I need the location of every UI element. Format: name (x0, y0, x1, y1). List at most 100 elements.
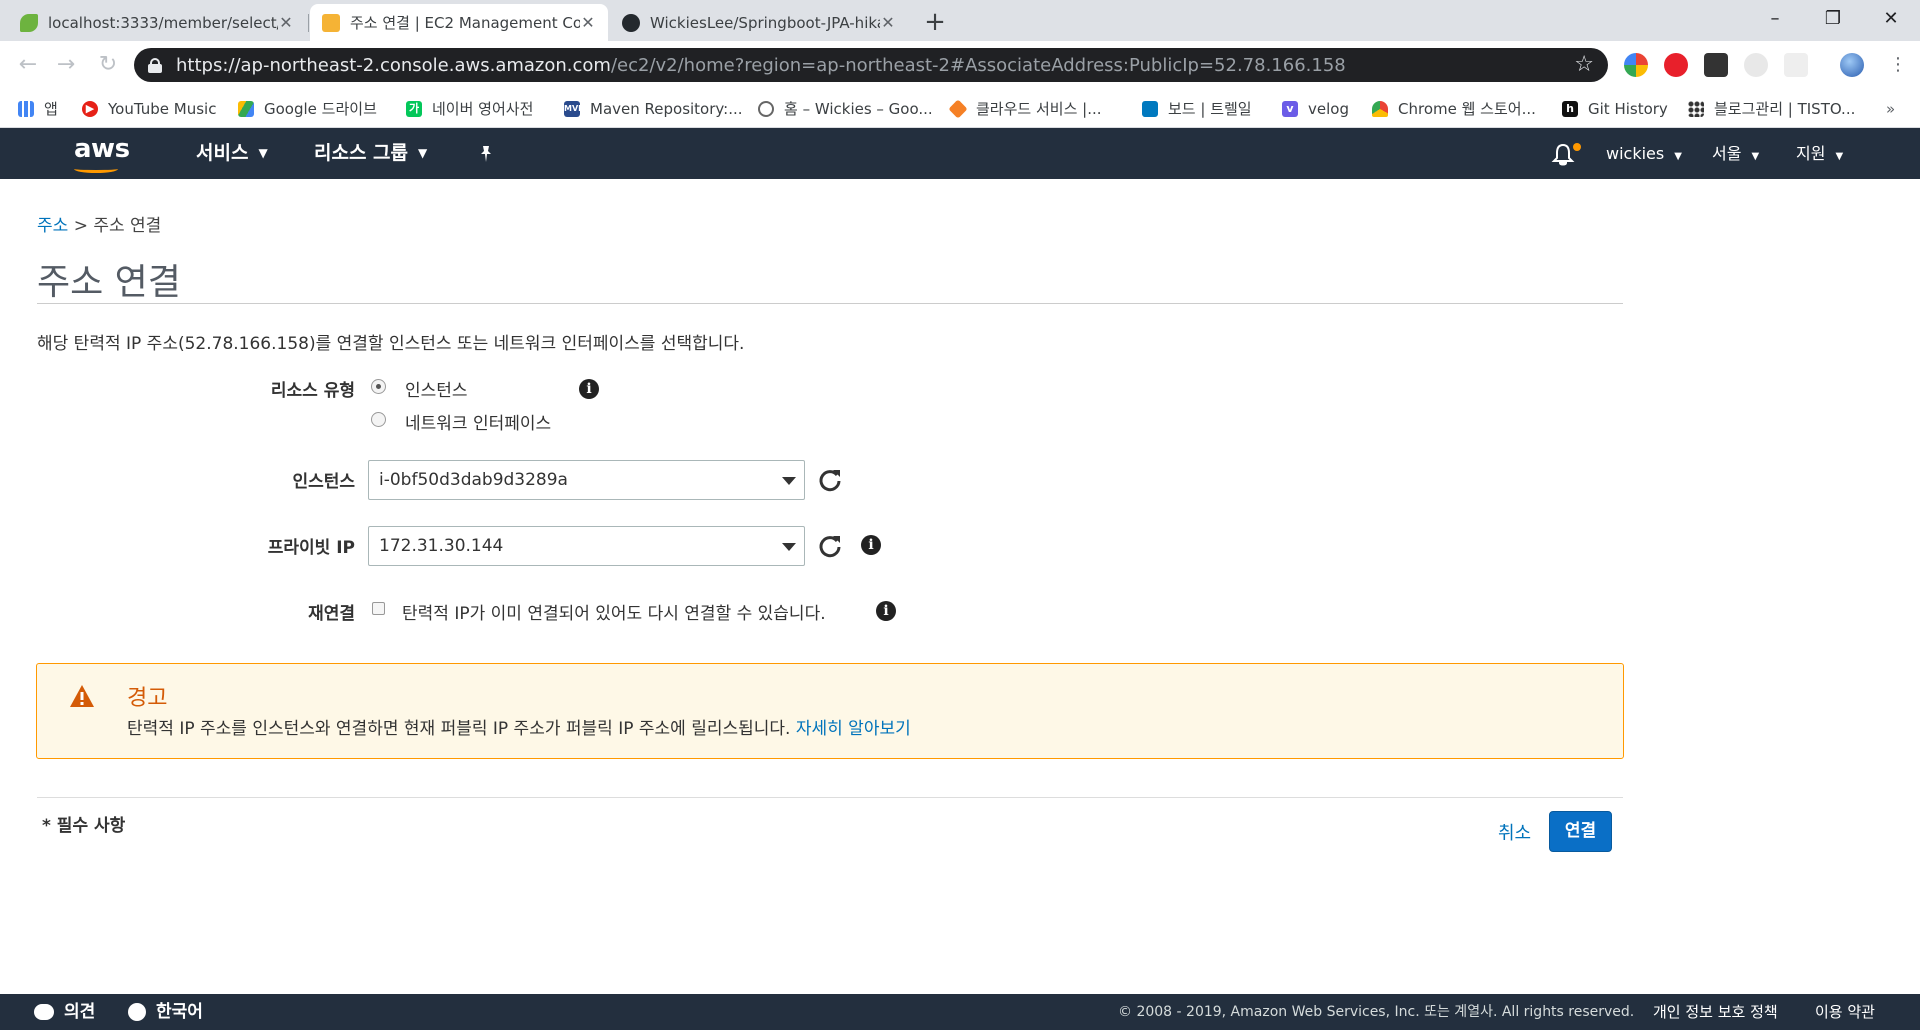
bookmark-git-history[interactable]: h Git History (1562, 89, 1668, 128)
radio-instance[interactable] (371, 379, 386, 394)
chevron-down-icon: ▼ (1674, 151, 1682, 162)
bookmarks-overflow-button[interactable]: » (1886, 89, 1895, 128)
git-history-icon: h (1562, 100, 1578, 117)
adblock-icon[interactable] (1664, 53, 1688, 77)
privacy-policy-link[interactable]: 개인 정보 보호 정책 (1653, 994, 1778, 1030)
forward-arrow-icon[interactable]: → (52, 51, 80, 79)
aws-smile-icon (74, 165, 118, 173)
kebab-menu-icon[interactable]: ⋮ (1884, 51, 1912, 79)
refresh-instances-icon[interactable] (817, 467, 843, 493)
close-tab-icon[interactable]: ✕ (880, 13, 896, 32)
instance-label: 인스턴스 (292, 472, 355, 492)
chevron-down-icon: ▼ (418, 146, 428, 160)
support-menu[interactable]: 지원 ▼ (1796, 128, 1843, 179)
bookmark-naver-dictionary[interactable]: 가 네이버 영어사전 (406, 89, 533, 128)
chevron-down-icon: ▼ (1751, 151, 1760, 162)
bookmark-velog[interactable]: v velog (1282, 89, 1349, 128)
bookmark-maven[interactable]: MVN Maven Repository:... (564, 89, 743, 128)
bookmark-google-sites[interactable]: 홈 – Wickies – Goo... (758, 89, 933, 128)
back-arrow-icon[interactable]: ← (14, 51, 42, 79)
extension-color-icon[interactable] (1624, 53, 1648, 77)
bookmark-label: Chrome 웹 스토어... (1398, 100, 1536, 118)
bookmark-chrome-webstore[interactable]: Chrome 웹 스토어... (1372, 89, 1536, 128)
bookmarks-bar: 앱 ▶ YouTube Music Google 드라이브 가 네이버 영어사전… (0, 89, 1920, 128)
resource-groups-menu[interactable]: 리소스 그룹 ▼ (314, 128, 427, 179)
info-icon[interactable]: i (861, 535, 881, 555)
reassociate-checkbox[interactable] (372, 602, 385, 615)
aws-logo[interactable]: aws (74, 134, 130, 164)
bookmark-google-drive[interactable]: Google 드라이브 (238, 89, 377, 128)
required-note: * 필수 사항 (42, 816, 126, 836)
browser-tab-github[interactable]: WickiesLee/Springboot-JPA-hika ✕ (610, 4, 908, 41)
cancel-button[interactable]: 취소 (1498, 819, 1531, 845)
reassociate-text: 탄력적 IP가 이미 연결되어 있어도 다시 연결할 수 있습니다. (402, 604, 826, 624)
learn-more-link[interactable]: 자세히 알아보기 (796, 719, 911, 739)
info-icon[interactable]: i (579, 379, 599, 399)
bookmark-apps[interactable]: 앱 (18, 89, 58, 128)
associate-button[interactable]: 연결 (1549, 811, 1612, 852)
feedback-button[interactable]: 의견 (34, 994, 95, 1030)
refresh-private-ip-icon[interactable] (817, 533, 843, 559)
services-menu[interactable]: 서비스 ▼ (196, 128, 268, 179)
bookmark-youtube-music[interactable]: ▶ YouTube Music (82, 89, 216, 128)
chevron-down-icon: ▼ (1835, 151, 1844, 162)
account-menu[interactable]: wickies ▼ (1606, 128, 1682, 179)
bookmark-star-icon[interactable]: ☆ (1574, 52, 1594, 77)
url-host: https://ap-northeast-2.console.aws.amazo… (176, 54, 611, 76)
browser-tab-localhost[interactable]: localhost:3333/member/select/ ✕ (8, 4, 306, 41)
warning-message: 탄력적 IP 주소를 인스턴스와 연결하면 현재 퍼블릭 IP 주소가 퍼블릭 … (127, 719, 791, 739)
bookmark-trello[interactable]: 보드 | 트렐일 (1142, 89, 1252, 128)
minimize-button[interactable]: – (1746, 0, 1804, 38)
tab-title: 주소 연결 | EC2 Management Co (350, 14, 580, 32)
radio-network-interface[interactable] (371, 412, 386, 427)
extension-react-icon[interactable] (1744, 53, 1768, 77)
bookmark-cloud-service[interactable]: 클라우드 서비스 |... (948, 89, 1102, 128)
lock-icon (148, 58, 162, 73)
language-label: 한국어 (156, 1002, 203, 1022)
bookmark-tistory[interactable]: 블로그관리 | TISTO... (1688, 89, 1855, 128)
close-window-button[interactable]: ✕ (1862, 0, 1920, 38)
close-tab-icon[interactable]: ✕ (278, 13, 294, 32)
instance-select-value: i-0bf50d3dab9d3289a (379, 470, 568, 490)
cloud-service-icon (948, 98, 968, 119)
profile-avatar[interactable] (1840, 53, 1864, 77)
support-label: 지원 (1796, 144, 1826, 163)
maven-icon: MVN (564, 100, 585, 117)
restore-button[interactable]: ❐ (1804, 0, 1862, 38)
extension-puzzle-icon[interactable] (1784, 53, 1808, 77)
breadcrumb-current: 주소 연결 (93, 216, 162, 236)
intro-text: 해당 탄력적 IP 주소(52.78.166.158)를 연결할 인스턴스 또는… (37, 334, 745, 354)
info-icon[interactable]: i (876, 601, 896, 621)
breadcrumb-addresses-link[interactable]: 주소 (37, 216, 68, 236)
pin-icon[interactable] (476, 144, 496, 164)
tistory-icon (1688, 100, 1704, 117)
reassociate-label: 재연결 (308, 604, 355, 624)
address-bar[interactable]: https://ap-northeast-2.console.aws.amazo… (134, 48, 1608, 82)
terms-link[interactable]: 이용 약관 (1815, 994, 1875, 1030)
private-ip-select[interactable]: 172.31.30.144 (368, 526, 805, 566)
new-tab-button[interactable]: + (920, 8, 950, 38)
bookmark-label: Maven Repository:... (590, 99, 743, 118)
google-drive-icon (238, 100, 254, 117)
console-footer: 의견 한국어 © 2008 - 2019, Amazon Web Service… (0, 994, 1920, 1030)
bookmark-label: 클라우드 서비스 |... (976, 100, 1102, 118)
extension-a-icon[interactable] (1704, 53, 1728, 77)
language-button[interactable]: 한국어 (128, 994, 203, 1030)
radio-network-interface-label[interactable]: 네트워크 인터페이스 (405, 409, 551, 434)
region-menu[interactable]: 서울 ▼ (1712, 128, 1759, 179)
warning-box: 경고 탄력적 IP 주소를 인스턴스와 연결하면 현재 퍼블릭 IP 주소가 퍼… (36, 663, 1624, 759)
radio-instance-label[interactable]: 인스턴스 (405, 376, 468, 401)
bookmark-label: YouTube Music (108, 99, 217, 118)
instance-select[interactable]: i-0bf50d3dab9d3289a (368, 460, 805, 500)
close-tab-icon[interactable]: ✕ (580, 13, 596, 32)
reload-icon[interactable]: ↻ (94, 51, 122, 79)
bookmark-label: velog (1308, 99, 1349, 118)
browser-tab-ec2[interactable]: 주소 연결 | EC2 Management Co ✕ (310, 4, 608, 41)
notification-dot (1573, 143, 1581, 151)
bookmark-label: 보드 | 트렐일 (1168, 100, 1252, 118)
bookmark-label: Git History (1588, 99, 1668, 118)
bookmark-label: 앱 (44, 100, 58, 118)
aws-top-nav: aws 서비스 ▼ 리소스 그룹 ▼ wickies ▼ 서울 ▼ 지원 ▼ (0, 128, 1920, 179)
resource-groups-label: 리소스 그룹 (314, 142, 409, 164)
copyright-text: © 2008 - 2019, Amazon Web Services, Inc.… (1118, 1004, 1635, 1020)
